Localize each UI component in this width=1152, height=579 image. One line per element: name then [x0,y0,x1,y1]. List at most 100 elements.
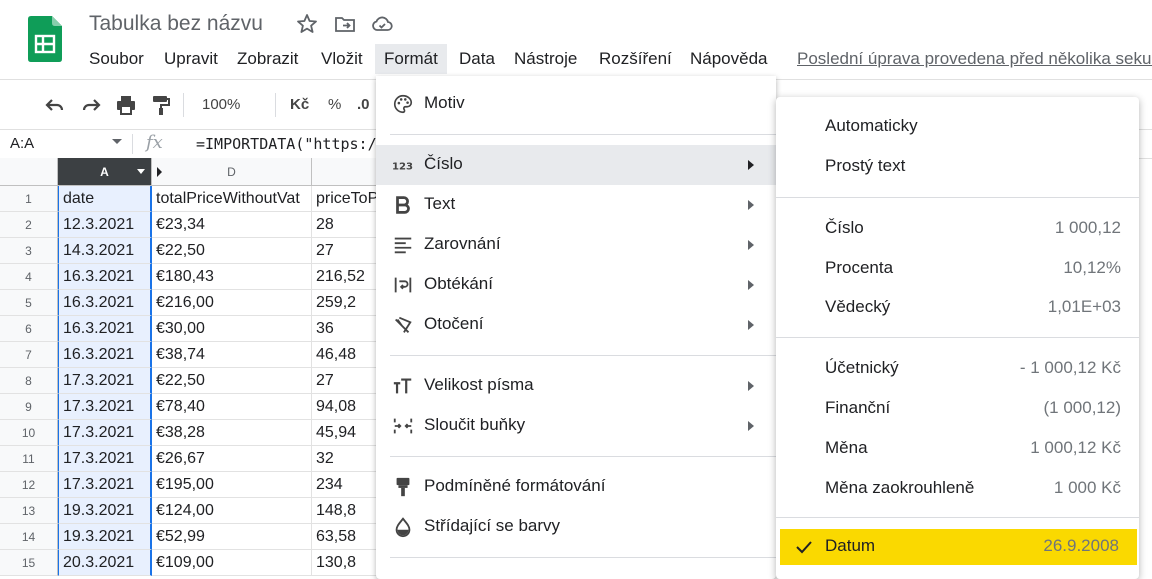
cell-date[interactable]: 16.3.2021 [58,342,152,368]
menu-extensions[interactable]: Rozšíření [590,44,681,74]
menu-item-number[interactable]: 123 Číslo [376,145,776,185]
column-header-d[interactable]: D [152,158,312,186]
zoom-select[interactable]: 100% [202,93,240,117]
cell-price-to-pay[interactable]: 27 [312,368,380,394]
cell-date[interactable]: 14.3.2021 [58,238,152,264]
cell-date[interactable]: 17.3.2021 [58,472,152,498]
cell-total-price[interactable]: totalPriceWithoutVat [152,186,312,212]
cell-total-price[interactable]: €22,50 [152,368,312,394]
undo-icon[interactable] [43,93,67,117]
menu-insert[interactable]: Vložit [312,44,372,74]
menu-item-font-size[interactable]: Velikost písma [376,366,776,406]
menu-item-wrapping[interactable]: Obtékání [376,265,776,305]
redo-icon[interactable] [79,93,103,117]
cell-price-to-pay[interactable]: 259,2 [312,290,380,316]
row-header[interactable]: 1 [0,186,58,212]
row-header[interactable]: 3 [0,238,58,264]
row-header[interactable]: 13 [0,498,58,524]
cell-price-to-pay[interactable]: 28 [312,212,380,238]
cell-price-to-pay[interactable]: 94,08 [312,394,380,420]
cell-date[interactable]: 12.3.2021 [58,212,152,238]
row-header[interactable]: 9 [0,394,58,420]
print-icon[interactable] [114,93,138,117]
number-format-plain-text[interactable]: Prostý text [776,147,1139,187]
cell-date[interactable]: 16.3.2021 [58,316,152,342]
cell-price-to-pay[interactable]: 63,58 [312,524,380,550]
cell-price-to-pay[interactable]: 234 [312,472,380,498]
row-header[interactable]: 4 [0,264,58,290]
number-format-scientific[interactable]: Vědecký 1,01E+03 [776,288,1139,328]
cell-total-price[interactable]: €195,00 [152,472,312,498]
cell-total-price[interactable]: €180,43 [152,264,312,290]
cell-total-price[interactable]: €22,50 [152,238,312,264]
number-format-accounting[interactable]: Účetnický - 1 000,12 Kč [776,349,1139,389]
cell-date[interactable]: 20.3.2021 [58,550,152,576]
row-header[interactable]: 6 [0,316,58,342]
column-header-e[interactable] [312,158,380,186]
formula-input[interactable]: =IMPORTDATA("https:/ [196,135,377,153]
paint-format-icon[interactable] [149,93,173,117]
menu-item-rotation[interactable]: Otočení [376,305,776,345]
row-header[interactable]: 7 [0,342,58,368]
menu-item-alternating-colors[interactable]: Střídající se barvy [376,507,776,547]
name-box-dropdown-icon[interactable] [112,139,122,144]
name-box[interactable]: A:A [10,135,34,152]
menu-format[interactable]: Formát [375,44,447,74]
select-all-corner[interactable] [0,158,58,186]
cell-total-price[interactable]: €124,00 [152,498,312,524]
cell-date[interactable]: 17.3.2021 [58,420,152,446]
number-format-percent[interactable]: Procenta 10,12% [776,249,1139,289]
last-edit-link[interactable]: Poslední úprava provedena před několika … [797,49,1152,69]
row-header[interactable]: 11 [0,446,58,472]
number-format-financial[interactable]: Finanční (1 000,12) [776,389,1139,429]
row-header[interactable]: 12 [0,472,58,498]
cell-price-to-pay[interactable]: 32 [312,446,380,472]
cell-price-to-pay[interactable]: 27 [312,238,380,264]
decrease-decimal-button[interactable]: .0 [357,93,370,117]
menu-view[interactable]: Zobrazit [228,44,307,74]
cell-date[interactable]: date [58,186,152,212]
menu-item-alignment[interactable]: Zarovnání [376,225,776,265]
currency-format-button[interactable]: Kč [290,93,309,117]
number-format-currency[interactable]: Měna 1 000,12 Kč [776,429,1139,469]
menu-edit[interactable]: Upravit [155,44,227,74]
cell-price-to-pay[interactable]: 36 [312,316,380,342]
hidden-columns-arrow-icon[interactable] [157,167,162,177]
menu-file[interactable]: Soubor [80,44,153,74]
cell-price-to-pay[interactable]: priceToPay [312,186,380,212]
row-header[interactable]: 5 [0,290,58,316]
cell-total-price[interactable]: €38,74 [152,342,312,368]
cell-price-to-pay[interactable]: 46,48 [312,342,380,368]
cell-price-to-pay[interactable]: 216,52 [312,264,380,290]
column-header-a[interactable]: A [58,158,152,186]
cell-total-price[interactable]: €38,28 [152,420,312,446]
cell-total-price[interactable]: €30,00 [152,316,312,342]
cell-price-to-pay[interactable]: 148,8 [312,498,380,524]
menu-tools[interactable]: Nástroje [505,44,586,74]
cell-total-price[interactable]: €26,67 [152,446,312,472]
number-format-number[interactable]: Číslo 1 000,12 [776,209,1139,249]
cell-total-price[interactable]: €23,34 [152,212,312,238]
cell-price-to-pay[interactable]: 45,94 [312,420,380,446]
menu-item-merge-cells[interactable]: Sloučit buňky [376,406,776,446]
cloud-saved-icon[interactable] [370,12,394,36]
cell-price-to-pay[interactable]: 130,8 [312,550,380,576]
row-header[interactable]: 10 [0,420,58,446]
cell-total-price[interactable]: €52,99 [152,524,312,550]
move-folder-icon[interactable] [333,12,357,36]
menu-help[interactable]: Nápověda [681,44,777,74]
number-format-currency-rounded[interactable]: Měna zaokrouhleně 1 000 Kč [776,469,1139,509]
menu-item-theme[interactable]: Motiv [376,84,776,124]
cell-date[interactable]: 17.3.2021 [58,446,152,472]
row-header[interactable]: 8 [0,368,58,394]
sheets-logo[interactable] [28,16,62,62]
menu-data[interactable]: Data [450,44,504,74]
cell-date[interactable]: 16.3.2021 [58,290,152,316]
star-icon[interactable] [295,12,319,36]
cell-date[interactable]: 19.3.2021 [58,498,152,524]
cell-total-price[interactable]: €78,40 [152,394,312,420]
cell-date[interactable]: 16.3.2021 [58,264,152,290]
cell-total-price[interactable]: €109,00 [152,550,312,576]
cell-date[interactable]: 19.3.2021 [58,524,152,550]
document-title[interactable]: Tabulka bez názvu [89,12,263,36]
